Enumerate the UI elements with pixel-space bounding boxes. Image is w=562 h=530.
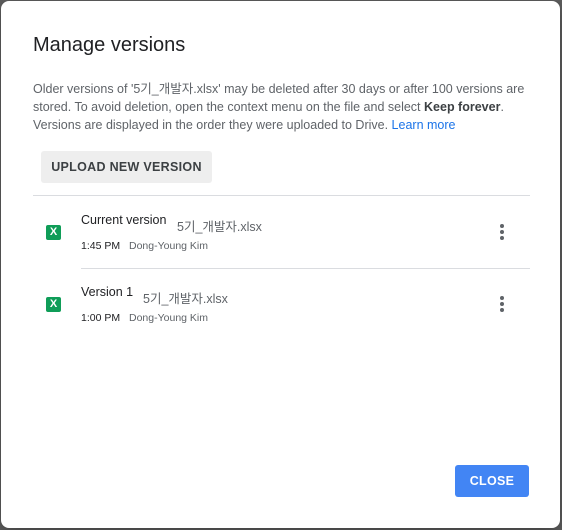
version-row-1[interactable]: X Version 1 5기_개발자.xlsx 1:00 PM Dong-You… bbox=[33, 269, 530, 341]
version-label: Version 1 bbox=[81, 285, 134, 299]
more-options-icon[interactable] bbox=[488, 218, 516, 246]
manage-versions-dialog: Manage versions Older versions of '5기_개발… bbox=[1, 1, 560, 528]
description-bold: Keep forever bbox=[424, 100, 501, 114]
version-author: Dong-Young Kim bbox=[129, 312, 208, 324]
excel-file-icon: X bbox=[46, 297, 61, 312]
version-author: Dong-Young Kim bbox=[129, 240, 208, 252]
version-label: Current version bbox=[81, 213, 167, 227]
excel-file-icon: X bbox=[46, 225, 61, 240]
learn-more-link[interactable]: Learn more bbox=[392, 118, 456, 132]
dialog-title: Manage versions bbox=[33, 34, 186, 56]
version-time: 1:45 PM bbox=[81, 240, 121, 252]
more-options-icon[interactable] bbox=[488, 290, 516, 318]
upload-new-version-button[interactable]: UPLOAD NEW VERSION bbox=[41, 151, 212, 183]
close-button[interactable]: CLOSE bbox=[455, 465, 529, 497]
version-time: 1:00 PM bbox=[81, 312, 121, 324]
version-file-name: 5기_개발자.xlsx bbox=[177, 220, 262, 234]
version-file-name: 5기_개발자.xlsx bbox=[143, 292, 228, 306]
version-row-current[interactable]: X Current version 5기_개발자.xlsx 1:45 PM Do… bbox=[33, 196, 530, 268]
dialog-description: Older versions of '5기_개발자.xlsx' may be d… bbox=[33, 80, 527, 134]
